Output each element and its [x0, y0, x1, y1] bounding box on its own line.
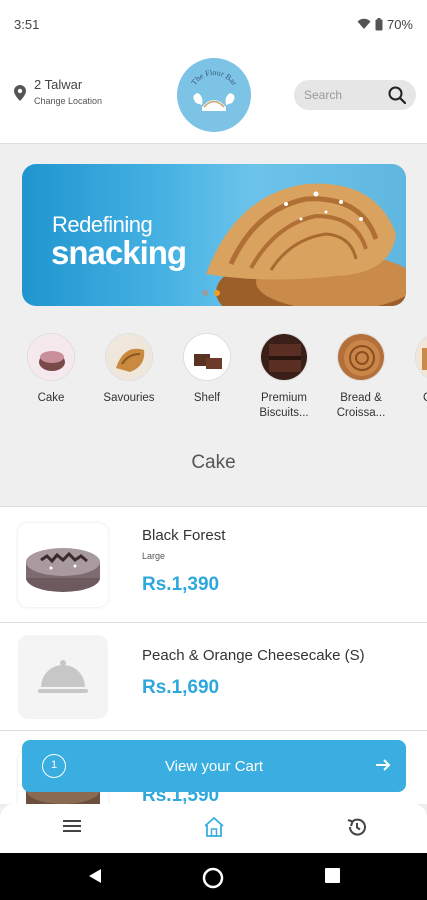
product-price: Rs.1,390: [142, 574, 220, 595]
product-price: Rs.1,690: [142, 677, 220, 698]
category-item-bread-croissant[interactable]: Bread & Croissa...: [321, 330, 401, 421]
category-label: Cake: [37, 392, 65, 404]
product-name: Black Forest: [142, 527, 226, 544]
svg-text:The Flour Bar: The Flour Bar: [189, 68, 239, 87]
logo-art: The Flour Bar: [189, 68, 239, 111]
category-item-premium-biscuits[interactable]: Premium Biscuits...: [244, 330, 324, 421]
search-bar[interactable]: [294, 80, 416, 110]
cart-label: View your Cart: [164, 757, 264, 775]
brand-logo: The Flour Bar: [177, 58, 251, 132]
carousel-dot-active[interactable]: [214, 290, 220, 296]
status-bar: 3:51 70%: [0, 0, 427, 48]
promo-banner[interactable]: Redefining snacking: [22, 164, 406, 306]
battery-level: 70%: [386, 16, 413, 32]
carousel-indicator: [202, 290, 220, 296]
bottom-tab-bar: [0, 804, 427, 853]
category-item-cake[interactable]: Cake: [11, 330, 91, 406]
product-image: [18, 523, 108, 607]
product-card[interactable]: Black Forest Large Rs.1,390: [0, 506, 427, 622]
location-selector[interactable]: 2 Talwar Change Location: [14, 77, 102, 106]
product-card[interactable]: Peach & Orange Cheesecake (S) Rs.1,690: [0, 622, 427, 730]
category-image: [260, 333, 308, 381]
back-icon[interactable]: [86, 867, 104, 885]
change-location-link[interactable]: Change Location: [34, 96, 102, 106]
category-image: [105, 333, 153, 381]
location-name: 2 Talwar: [34, 77, 83, 92]
cart-count-badge: 1: [42, 754, 66, 778]
category-label: C: [399, 391, 427, 406]
croissant-image: [206, 183, 406, 306]
view-cart-button[interactable]: 1 View your Cart: [22, 740, 406, 792]
category-label: Savouries: [103, 392, 155, 404]
battery-icon: [375, 17, 383, 30]
category-image: [27, 333, 75, 381]
search-input[interactable]: [304, 88, 378, 102]
wifi-icon: [357, 18, 371, 29]
banner-line2: snacking: [51, 234, 187, 271]
category-image: [415, 333, 427, 381]
food-cloche-icon: [38, 660, 88, 693]
product-size: Large: [142, 551, 166, 561]
menu-icon[interactable]: [62, 816, 82, 836]
history-icon[interactable]: [346, 816, 368, 838]
product-name: Peach & Orange Cheesecake (S): [142, 647, 365, 664]
product-image-placeholder: [18, 635, 108, 719]
status-time: 3:51: [14, 16, 40, 32]
header: 2 Talwar Change Location The Flour Bar: [0, 48, 427, 144]
category-label: Premium Biscuits...: [259, 392, 309, 419]
category-label: Bread & Croissa...: [336, 392, 386, 419]
status-icons: 70%: [357, 17, 413, 32]
section-title: Cake: [191, 452, 236, 473]
carousel-dot[interactable]: [202, 290, 208, 296]
category-image: [183, 333, 231, 381]
category-list: Cake Savouries Shelf Premium Biscuits...…: [0, 330, 427, 430]
category-item-savouries[interactable]: Savouries: [89, 330, 169, 406]
category-item-shelf[interactable]: Shelf: [167, 330, 247, 406]
category-image: [337, 333, 385, 381]
arrow-right-icon: [376, 759, 391, 771]
home-icon[interactable]: [203, 816, 225, 838]
location-pin-icon: [14, 85, 26, 101]
home-button-icon[interactable]: [202, 867, 224, 889]
recents-icon[interactable]: [324, 867, 341, 884]
category-label: Shelf: [193, 392, 221, 404]
system-navigation-bar: [0, 853, 427, 900]
search-icon[interactable]: [388, 86, 406, 104]
category-item-partial[interactable]: C: [399, 330, 427, 406]
